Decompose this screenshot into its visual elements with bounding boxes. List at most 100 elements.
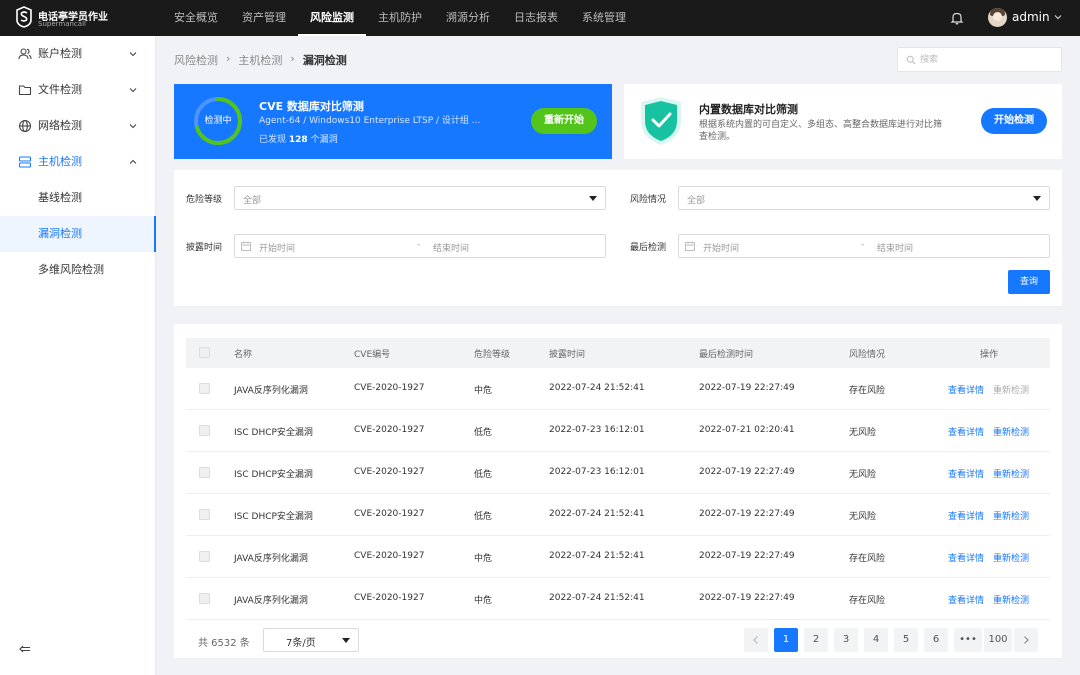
risk-status-select[interactable]: 全部 (678, 186, 1050, 210)
next-page-button[interactable] (1014, 628, 1038, 652)
page-ellipsis[interactable]: ••• (954, 628, 982, 652)
row-checkbox[interactable] (199, 551, 210, 562)
table-header: 名称 CVE编号 危险等级 披露时间 最后检测时间 风险情况 操作 (186, 338, 1050, 368)
cell-disclosed: 2022-07-24 21:52:41 (549, 509, 645, 519)
brand-logo[interactable]: 电话亭学员作业 Supermancall (16, 6, 166, 30)
breadcrumb-item[interactable]: 主机检测 (238, 52, 282, 68)
recheck-link[interactable]: 重新检测 (993, 383, 1029, 396)
select-all-checkbox[interactable] (199, 347, 210, 358)
page-button[interactable]: 5 (894, 628, 918, 652)
row-checkbox[interactable] (199, 467, 210, 478)
caret-down-icon (589, 196, 597, 201)
risk-level-label: 危险等级 (186, 195, 223, 205)
start-scan-button[interactable]: 开始检测 (981, 108, 1047, 134)
view-details-link[interactable]: 查看详情 (948, 551, 984, 564)
nav-tab[interactable]: 系统管理 (570, 0, 638, 36)
nav-tab[interactable]: 资产管理 (230, 0, 298, 36)
recheck-link[interactable]: 重新检测 (993, 509, 1029, 522)
risk-level-select[interactable]: 全部 (234, 186, 606, 210)
cell-disclosed: 2022-07-24 21:52:41 (549, 551, 645, 561)
row-checkbox[interactable] (199, 509, 210, 520)
sidebar-subitem-multi-risk[interactable]: 多维风险检测 (0, 252, 156, 288)
cell-level: 低危 (474, 470, 493, 480)
scan-target: Agent-64 / Windows10 Enterprise LTSP / 设… (259, 116, 481, 126)
sidebar-subitem-label: 基线检测 (38, 191, 82, 204)
nav-tab[interactable]: 日志报表 (502, 0, 570, 36)
last-check-date-range[interactable]: 开始时间 - 结束时间 (678, 234, 1050, 258)
sidebar-item-label: 网络检测 (38, 119, 82, 132)
cell-name: ISC DHCP安全漏洞 (234, 428, 313, 438)
nav-tab[interactable]: 主机防护 (366, 0, 434, 36)
breadcrumb-item[interactable]: 风险检测 (174, 52, 218, 68)
end-date-input[interactable]: 结束时间 (877, 241, 913, 254)
nav-tab[interactable]: 风险监测 (298, 0, 366, 36)
query-button[interactable]: 查询 (1008, 270, 1050, 294)
vulnerability-table: 名称 CVE编号 危险等级 披露时间 最后检测时间 风险情况 操作 JAVA反序… (174, 324, 1062, 658)
page-size-value: 7条/页 (286, 638, 316, 649)
cell-name: ISC DHCP安全漏洞 (234, 470, 313, 480)
last-check-label: 最后检测 (630, 243, 667, 253)
start-date-input[interactable]: 开始时间 (259, 241, 295, 254)
page-button[interactable]: 4 (864, 628, 888, 652)
top-bar: 电话亭学员作业 Supermancall 安全概览 资产管理 风险监测 主机防护 溯源分… (0, 0, 1080, 36)
sidebar-item-label: 文件检测 (38, 83, 82, 96)
page-button[interactable]: 6 (924, 628, 948, 652)
cell-risk: 无风险 (849, 428, 877, 438)
col-name: 名称 (234, 350, 253, 360)
sidebar-subitem-baseline[interactable]: 基线检测 (0, 180, 156, 216)
nav-tab[interactable]: 安全概览 (162, 0, 230, 36)
page-button[interactable]: 3 (834, 628, 858, 652)
cell-cve: CVE-2020-1927 (354, 593, 425, 603)
recheck-link[interactable]: 重新检测 (993, 551, 1029, 564)
found-number: 128 (288, 135, 308, 145)
collapse-sidebar-icon[interactable] (18, 642, 32, 656)
search-input[interactable] (920, 51, 1055, 68)
sidebar-item-account[interactable]: 账户检测 (0, 36, 156, 72)
start-date-input[interactable]: 开始时间 (703, 241, 739, 254)
view-details-link[interactable]: 查看详情 (948, 425, 984, 438)
filter-panel: 危险等级 全部 风险情况 全部 披露时间 开始时间 - 结束时间 最后检测 开始… (174, 170, 1062, 306)
brand-subtitle: Supermancall (38, 20, 86, 28)
select-value: 全部 (687, 196, 706, 206)
cell-last: 2022-07-19 22:27:49 (699, 593, 795, 603)
page-button[interactable]: 100 (984, 628, 1012, 652)
view-details-link[interactable]: 查看详情 (948, 383, 984, 396)
cell-last: 2022-07-19 22:27:49 (699, 467, 795, 477)
chevron-down-icon (129, 124, 137, 129)
cell-cve: CVE-2020-1927 (354, 551, 425, 561)
row-checkbox[interactable] (199, 593, 210, 604)
sidebar-subitem-vulnerability[interactable]: 漏洞检测 (0, 216, 156, 252)
view-details-link[interactable]: 查看详情 (948, 467, 984, 480)
recheck-link[interactable]: 重新检测 (993, 593, 1029, 606)
sidebar-item-network[interactable]: 网络检测 (0, 108, 156, 144)
page-button[interactable]: 1 (774, 628, 798, 652)
nav-tab[interactable]: 溯源分析 (434, 0, 502, 36)
view-details-link[interactable]: 查看详情 (948, 509, 984, 522)
page-size-select[interactable]: 7条/页 (263, 628, 359, 652)
sidebar-item-host[interactable]: 主机检测 (0, 144, 156, 180)
restart-button[interactable]: 重新开始 (531, 108, 597, 134)
chevron-left-icon (753, 636, 758, 644)
recheck-link[interactable]: 重新检测 (993, 425, 1029, 438)
search-box (897, 47, 1062, 72)
recheck-link[interactable]: 重新检测 (993, 467, 1029, 480)
cell-cve: CVE-2020-1927 (354, 467, 425, 477)
username[interactable]: admin (1012, 10, 1050, 24)
database-scan-card: 内置数据库对比筛测 根据系统内置的可自定义、多组态、高整合数据库进行对比筛查检测… (624, 84, 1062, 159)
row-checkbox[interactable] (199, 425, 210, 436)
page-button[interactable]: 2 (804, 628, 828, 652)
caret-down-icon (1033, 196, 1041, 201)
bell-icon[interactable] (950, 11, 964, 25)
prev-page-button[interactable] (744, 628, 768, 652)
cell-cve: CVE-2020-1927 (354, 425, 425, 435)
row-checkbox[interactable] (199, 383, 210, 394)
cell-risk: 无风险 (849, 470, 877, 480)
view-details-link[interactable]: 查看详情 (948, 593, 984, 606)
end-date-input[interactable]: 结束时间 (433, 241, 469, 254)
chevron-down-icon[interactable] (1053, 12, 1063, 22)
avatar[interactable] (988, 8, 1007, 27)
table-row: JAVA反序列化漏洞 CVE-2020-1927 中危 2022-07-24 21:5… (186, 368, 1050, 410)
disclosed-date-range[interactable]: 开始时间 - 结束时间 (234, 234, 606, 258)
breadcrumb-current: 漏洞检测 (302, 54, 347, 67)
sidebar-item-file[interactable]: 文件检测 (0, 72, 156, 108)
